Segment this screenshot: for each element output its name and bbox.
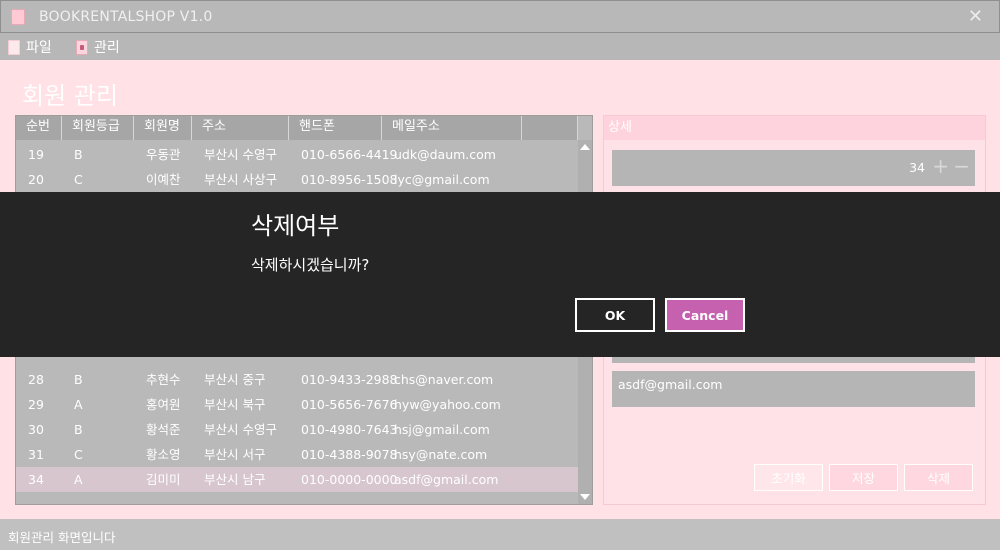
cancel-button[interactable]: Cancel: [665, 298, 745, 332]
table-row[interactable]: 30 B 황석준 부산시 수영구 010-4980-7643 hsj@gmail…: [16, 417, 578, 442]
app-icon: [11, 9, 25, 25]
scroll-up-icon[interactable]: [580, 144, 590, 150]
cell-name: 홍여원: [146, 397, 181, 412]
status-bar: 회원관리 화면입니다: [0, 519, 1000, 550]
cell-no: 29: [28, 397, 44, 412]
status-text: 회원관리 화면입니다: [8, 530, 116, 545]
email-field-value: asdf@gmail.com: [618, 377, 723, 392]
cell-address: 부산시 중구: [204, 372, 266, 387]
delete-button[interactable]: 삭제: [904, 464, 973, 491]
file-icon: [8, 39, 20, 55]
save-button[interactable]: 저장: [829, 464, 898, 491]
cell-name: 이예찬: [146, 172, 181, 187]
cell-address: 부산시 사상구: [204, 172, 277, 187]
column-header-email[interactable]: 메일주소: [382, 116, 522, 140]
member-id-stepper[interactable]: 34 + −: [612, 150, 975, 186]
table-row-selected[interactable]: 34 A 김미미 부산시 남구 010-0000-0000 asdf@gmail…: [16, 467, 578, 492]
cell-grade: A: [74, 472, 83, 487]
cell-phone: 010-5656-7676: [301, 397, 398, 412]
column-header-extra: [522, 116, 578, 140]
cell-name: 김미미: [146, 472, 181, 487]
cell-no: 30: [28, 422, 44, 437]
cell-grade: C: [74, 172, 83, 187]
cell-grade: B: [74, 372, 83, 387]
cell-grade: B: [74, 147, 83, 162]
dialog-title: 삭제여부: [251, 212, 340, 240]
cell-email: asdf@gmail.com: [394, 472, 499, 487]
cell-name: 우동관: [146, 147, 181, 162]
cell-phone: 010-4980-7643: [301, 422, 398, 437]
detail-header: 상세: [604, 116, 985, 140]
table-row[interactable]: 19 B 우동관 부산시 수영구 010-6566-4419 udk@daum.…: [16, 142, 578, 167]
scroll-down-icon[interactable]: [580, 494, 590, 500]
grid-header: 순번 회원등급 회원명 주소 핸드폰 메일주소: [16, 116, 578, 140]
table-row[interactable]: 31 C 황소영 부산시 서구 010-4388-9078 hsy@nate.c…: [16, 442, 578, 467]
window-title: BOOKRENTALSHOP V1.0: [39, 9, 213, 25]
cell-phone: 010-9433-2988: [301, 372, 398, 387]
title-bar: BOOKRENTALSHOP V1.0 ✕: [0, 0, 1000, 33]
column-header-name[interactable]: 회원명: [134, 116, 192, 140]
menu-bar: 파일 관리: [0, 33, 1000, 60]
cell-address: 부산시 수영구: [204, 147, 277, 162]
confirm-dialog: 삭제여부 삭제하시겠습니까? OK Cancel: [0, 192, 1000, 357]
menu-item-file-label: 파일: [26, 40, 52, 56]
table-row[interactable]: 29 A 홍여원 부산시 북구 010-5656-7676 hyw@yahoo.…: [16, 392, 578, 417]
menu-item-file[interactable]: 파일: [8, 37, 52, 57]
email-field[interactable]: asdf@gmail.com: [612, 371, 975, 407]
cell-grade: C: [74, 447, 83, 462]
table-row[interactable]: 20 C 이예찬 부산시 사상구 010-8956-1508 lyc@gmail…: [16, 167, 578, 192]
cell-email: hsy@nate.com: [394, 447, 488, 462]
menu-item-admin-label: 관리: [94, 40, 120, 56]
cell-email: udk@daum.com: [394, 147, 496, 162]
member-id-value: 34: [909, 160, 925, 175]
table-row[interactable]: 28 B 추현수 부산시 중구 010-9433-2988 chs@naver.…: [16, 367, 578, 392]
close-icon[interactable]: ✕: [968, 6, 983, 27]
page-title: 회원 관리: [22, 82, 118, 110]
cell-name: 추현수: [146, 372, 181, 387]
plus-icon[interactable]: +: [932, 156, 949, 176]
cell-email: chs@naver.com: [394, 372, 494, 387]
reset-button[interactable]: 초기화: [754, 464, 823, 491]
cell-no: 34: [28, 472, 44, 487]
cell-email: hyw@yahoo.com: [394, 397, 501, 412]
minus-icon[interactable]: −: [953, 156, 970, 176]
cell-name: 황소영: [146, 447, 181, 462]
admin-icon: [76, 39, 88, 55]
column-header-phone[interactable]: 핸드폰: [289, 116, 382, 140]
cell-address: 부산시 북구: [204, 397, 266, 412]
cell-no: 20: [28, 172, 44, 187]
cell-phone: 010-0000-0000: [301, 472, 398, 487]
column-header-grade[interactable]: 회원등급: [62, 116, 134, 140]
cell-address: 부산시 수영구: [204, 422, 277, 437]
cell-email: hsj@gmail.com: [394, 422, 490, 437]
cell-phone: 010-4388-9078: [301, 447, 398, 462]
cell-address: 부산시 남구: [204, 472, 266, 487]
cell-grade: B: [74, 422, 83, 437]
column-header-address[interactable]: 주소: [192, 116, 289, 140]
cell-no: 19: [28, 147, 44, 162]
menu-item-admin[interactable]: 관리: [76, 37, 120, 57]
cell-grade: A: [74, 397, 83, 412]
cell-no: 31: [28, 447, 44, 462]
column-header-no[interactable]: 순번: [16, 116, 62, 140]
dialog-message: 삭제하시겠습니까?: [251, 256, 370, 274]
cell-address: 부산시 서구: [204, 447, 266, 462]
cell-phone: 010-6566-4419: [301, 147, 398, 162]
cell-phone: 010-8956-1508: [301, 172, 398, 187]
cell-name: 황석준: [146, 422, 181, 437]
ok-button[interactable]: OK: [575, 298, 655, 332]
cell-no: 28: [28, 372, 44, 387]
cell-email: lyc@gmail.com: [394, 172, 490, 187]
